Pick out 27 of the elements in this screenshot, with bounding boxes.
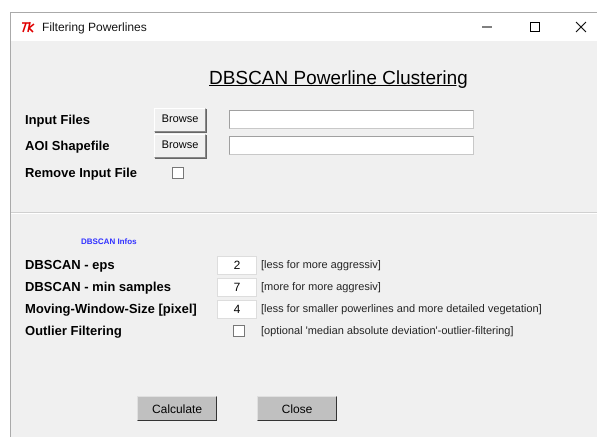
infos-label: DBSCAN Infos [81, 237, 137, 246]
parameter-hint: [more for more aggresiv] [261, 280, 381, 295]
field-label: Input Files [25, 110, 91, 129]
browse-button[interactable]: Browse [154, 108, 206, 132]
parameter-hint: [less for more aggressiv] [261, 258, 381, 273]
browse-button[interactable]: Browse [154, 134, 206, 158]
parameter-label: Moving-Window-Size [pixel] [25, 300, 198, 318]
parameter-label: DBSCAN - eps [25, 256, 116, 274]
parameter-hint: [less for smaller powerlines and more detailed vegetation] [261, 302, 542, 317]
path-input-field[interactable] [229, 110, 474, 129]
parameter-input-field[interactable]: 7 [217, 278, 257, 296]
checkbox[interactable] [172, 166, 184, 178]
path-input-field[interactable] [229, 136, 474, 155]
dialog-heading: DBSCAN Powerline Clustering [209, 68, 468, 89]
close-button[interactable]: Close [257, 396, 337, 421]
field-label: AOI Shapefile [25, 136, 111, 155]
window-title: Filtering Powerlines [42, 19, 147, 36]
parameter-label: Outlier Filtering [25, 322, 123, 340]
field-label: Remove Input File [25, 164, 138, 182]
calculate-button[interactable]: Calculate [137, 396, 217, 421]
parameter-label: DBSCAN - min samples [25, 278, 172, 296]
parameter-input-field[interactable]: 4 [217, 300, 257, 318]
checkbox[interactable] [233, 325, 245, 337]
maximize-icon[interactable] [529, 21, 541, 33]
close-icon[interactable] [575, 21, 587, 33]
parameter-input-field[interactable]: 2 [217, 256, 257, 274]
parameter-hint: [optional 'median absolute deviation'-outlier-filtering] [261, 324, 514, 339]
